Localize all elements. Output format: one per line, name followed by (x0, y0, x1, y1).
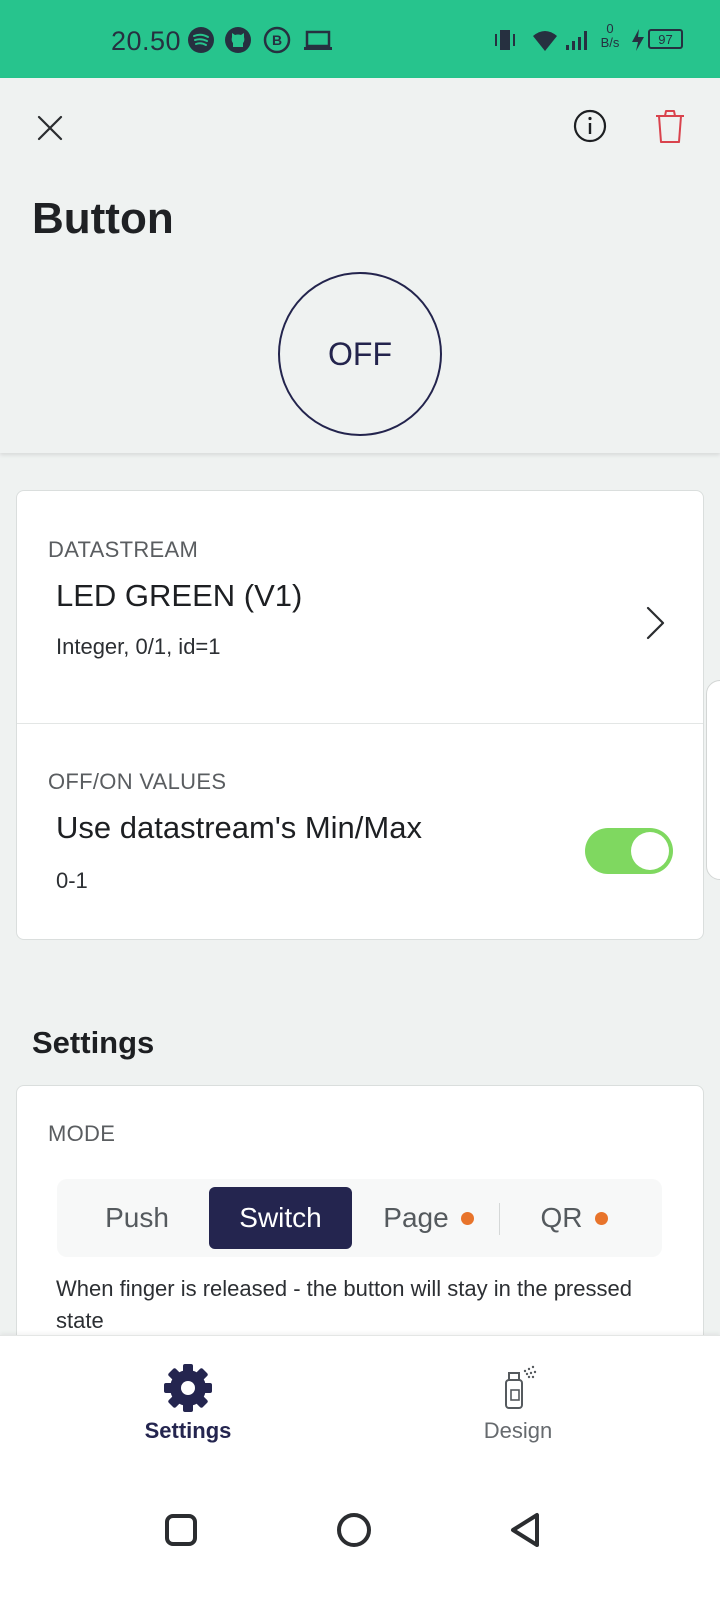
bottom-tab-bar: Settings Design (0, 1335, 720, 1463)
gear-icon (164, 1364, 212, 1412)
mode-option-label: QR (540, 1202, 583, 1233)
segment-divider (499, 1203, 500, 1235)
net-speed-value: 0 (606, 21, 614, 36)
b-icon: B (263, 26, 291, 54)
spotify-icon (188, 27, 214, 53)
battery-icon: 97 (648, 29, 683, 49)
mode-option-push[interactable]: Push (67, 1187, 207, 1249)
vibrate-icon (495, 30, 515, 50)
signal-icon (566, 31, 587, 50)
premium-dot-icon (594, 1211, 608, 1225)
spray-can-icon (505, 1365, 537, 1409)
system-nav-bar (0, 1463, 720, 1600)
mode-label: MODE (48, 1121, 116, 1146)
mode-option-label: Push (105, 1202, 169, 1233)
battery-level: 97 (658, 31, 673, 47)
mode-option-label: Page (383, 1202, 449, 1233)
toggle-knob (631, 832, 669, 870)
tab-design[interactable]: Design (338, 1336, 698, 1464)
datastream-value: LED GREEN (V1) (56, 578, 303, 613)
tab-label: Design (483, 1418, 553, 1443)
mode-segmented-control: Push Switch Page QR (57, 1179, 662, 1257)
settings-section-heading: Settings (32, 1025, 155, 1060)
chevron-right-icon (646, 606, 665, 640)
data-card: DATASTREAM LED GREEN (V1) Integer, 0/1, … (16, 490, 704, 940)
net-speed-unit: B/s (600, 35, 620, 50)
mode-description: When finger is released - the button wil… (56, 1276, 632, 1333)
tab-label: Settings (144, 1418, 232, 1443)
back-icon[interactable] (504, 1508, 548, 1552)
status-time: 20.50 (111, 26, 182, 56)
off-on-values-range: 0-1 (56, 868, 88, 893)
info-icon[interactable] (570, 106, 610, 146)
svg-text:B: B (272, 32, 282, 48)
charging-icon (632, 29, 644, 51)
recent-apps-icon[interactable] (159, 1508, 203, 1552)
github-icon (225, 27, 251, 53)
off-on-values-value: Use datastream's Min/Max (56, 810, 422, 845)
trash-icon[interactable] (650, 106, 690, 146)
minmax-toggle[interactable] (585, 828, 673, 874)
datastream-label: DATASTREAM (48, 537, 199, 562)
mode-option-switch[interactable]: Switch (209, 1187, 352, 1249)
button-widget-preview[interactable]: OFF (278, 272, 442, 436)
mode-option-page[interactable]: Page (362, 1187, 495, 1249)
status-bar: 20.50 B 0 B/s 97 (0, 0, 720, 78)
off-on-values-label: OFF/ON VALUES (48, 769, 227, 794)
page-title: Button (32, 194, 174, 243)
widget-header: Button OFF (0, 78, 720, 453)
home-icon[interactable] (332, 1508, 376, 1552)
wifi-icon (533, 31, 557, 51)
net-speed: 0 B/s (595, 22, 625, 50)
tab-settings[interactable]: Settings (8, 1336, 368, 1464)
datastream-details: Integer, 0/1, id=1 (56, 634, 221, 659)
datastream-row[interactable]: DATASTREAM LED GREEN (V1) Integer, 0/1, … (17, 491, 703, 723)
mode-option-qr[interactable]: QR (504, 1187, 644, 1249)
close-icon[interactable] (30, 108, 70, 148)
side-panel-handle[interactable] (706, 680, 720, 880)
preview-label: OFF (328, 335, 392, 372)
premium-dot-icon (460, 1211, 474, 1225)
laptop-icon (304, 30, 332, 50)
mode-option-label: Switch (239, 1202, 322, 1233)
